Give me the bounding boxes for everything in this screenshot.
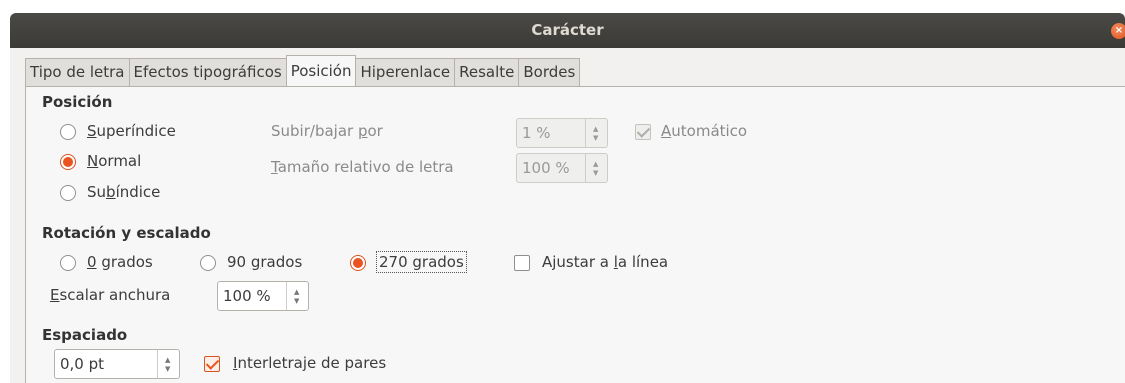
raise-lower-stepper[interactable]: ▲ ▼ — [585, 119, 607, 147]
position-panel: Posición Superíndice Normal Subíndice Su… — [25, 86, 1125, 383]
raise-lower-text: or — [367, 122, 383, 140]
fit-to-line-text: a línea — [617, 253, 669, 271]
tab-font-effects[interactable]: Efectos tipográficos — [128, 58, 287, 86]
rotate-0-text: grados — [96, 253, 153, 271]
scale-width-value[interactable]: 100 % — [218, 282, 286, 310]
kerning-checkbox[interactable] — [204, 356, 220, 372]
rotate-90-text: rados — [260, 253, 303, 271]
rotate-270-label[interactable]: 270 grados — [376, 251, 467, 273]
relative-size-stepper[interactable]: ▲ ▼ — [585, 154, 607, 182]
tab-font[interactable]: Tipo de letra — [25, 58, 130, 86]
spacing-value[interactable]: 0,0 pt — [55, 350, 157, 378]
spin-up-icon[interactable]: ▲ — [294, 289, 299, 296]
automatic-text: utomático — [671, 122, 748, 140]
subscript-radio[interactable] — [60, 185, 76, 201]
scale-width-spinbox[interactable]: 100 % ▲ ▼ — [217, 281, 309, 311]
rotate-90-radio[interactable] — [200, 255, 216, 271]
relative-size-text: amaño relativo de letra — [277, 158, 454, 176]
relative-size-value[interactable]: 100 % — [517, 154, 585, 182]
fit-to-line-label[interactable]: Ajustar a la línea — [542, 253, 668, 271]
tab-bar: Tipo de letra Efectos tipográficos Posic… — [25, 55, 581, 86]
spin-down-icon[interactable]: ▼ — [294, 298, 299, 305]
scale-width-stepper[interactable]: ▲ ▼ — [286, 282, 308, 310]
automatic-checkbox[interactable] — [635, 124, 651, 140]
superscript-label[interactable]: Superíndice — [87, 122, 176, 140]
tab-borders[interactable]: Bordes — [518, 58, 581, 86]
subscript-text-pre: Su — [87, 183, 107, 201]
position-heading: Posición — [42, 93, 113, 111]
kerning-text: nterletraje de pares — [237, 354, 387, 372]
rotate-90-label[interactable]: 90 grados — [227, 253, 302, 271]
automatic-mnemonic: A — [661, 122, 672, 140]
close-icon[interactable]: × — [1111, 23, 1125, 39]
relative-size-spinbox[interactable]: 100 % ▲ ▼ — [516, 153, 608, 183]
scale-width-label: Escalar anchura — [50, 286, 170, 304]
superscript-mnemonic: S — [87, 122, 97, 140]
scale-width-text: scalar anchura — [59, 286, 171, 304]
spin-up-icon[interactable]: ▲ — [593, 161, 598, 168]
rotate-270-radio[interactable] — [350, 255, 366, 271]
rotate-90-mnemonic: g — [250, 253, 261, 271]
raise-lower-value[interactable]: 1 % — [517, 119, 585, 147]
tab-hyperlink[interactable]: Hiperenlace — [355, 58, 456, 86]
rotate-0-label[interactable]: 0 grados — [87, 253, 153, 271]
rotate-0-mnemonic: 0 — [87, 253, 97, 271]
normal-radio[interactable] — [60, 154, 76, 170]
rotate-0-radio[interactable] — [60, 255, 76, 271]
superscript-text: uperíndice — [96, 122, 176, 140]
normal-text: ormal — [98, 152, 142, 170]
fit-to-line-checkbox[interactable] — [514, 255, 530, 271]
spin-up-icon[interactable]: ▲ — [593, 126, 598, 133]
raise-lower-label: Subir/bajar por — [271, 122, 383, 140]
rotation-heading: Rotación y escalado — [42, 224, 211, 242]
subscript-mnemonic: b — [106, 183, 116, 201]
relative-size-mnemonic: T — [271, 158, 278, 176]
raise-lower-text-pre: Subir/bajar — [271, 122, 358, 140]
spacing-stepper[interactable]: ▲ ▼ — [157, 350, 179, 378]
normal-mnemonic: N — [87, 152, 99, 170]
normal-label[interactable]: Normal — [87, 152, 141, 170]
raise-lower-spinbox[interactable]: 1 % ▲ ▼ — [516, 118, 608, 148]
subscript-label[interactable]: Subíndice — [87, 183, 160, 201]
spacing-heading: Espaciado — [42, 326, 128, 344]
kerning-label[interactable]: Interletraje de pares — [233, 354, 386, 372]
relative-size-label: Tamaño relativo de letra — [271, 158, 454, 176]
automatic-label[interactable]: Automático — [661, 122, 747, 140]
spin-down-icon[interactable]: ▼ — [593, 170, 598, 177]
superscript-radio[interactable] — [60, 124, 76, 140]
character-dialog: Tipo de letra Efectos tipográficos Posic… — [10, 48, 1125, 383]
spacing-spinbox[interactable]: 0,0 pt ▲ ▼ — [54, 349, 180, 379]
subscript-text: índice — [115, 183, 161, 201]
window-title: Carácter — [531, 21, 604, 39]
title-bar: Carácter × — [10, 13, 1125, 48]
rotate-90-text-pre: 90 — [227, 253, 251, 271]
spin-down-icon[interactable]: ▼ — [593, 135, 598, 142]
tab-highlighting[interactable]: Resalte — [454, 58, 520, 86]
spin-down-icon[interactable]: ▼ — [165, 366, 170, 373]
spin-up-icon[interactable]: ▲ — [165, 357, 170, 364]
tab-position[interactable]: Posición — [285, 55, 357, 86]
fit-to-line-text-pre: Ajustar a — [542, 253, 614, 271]
